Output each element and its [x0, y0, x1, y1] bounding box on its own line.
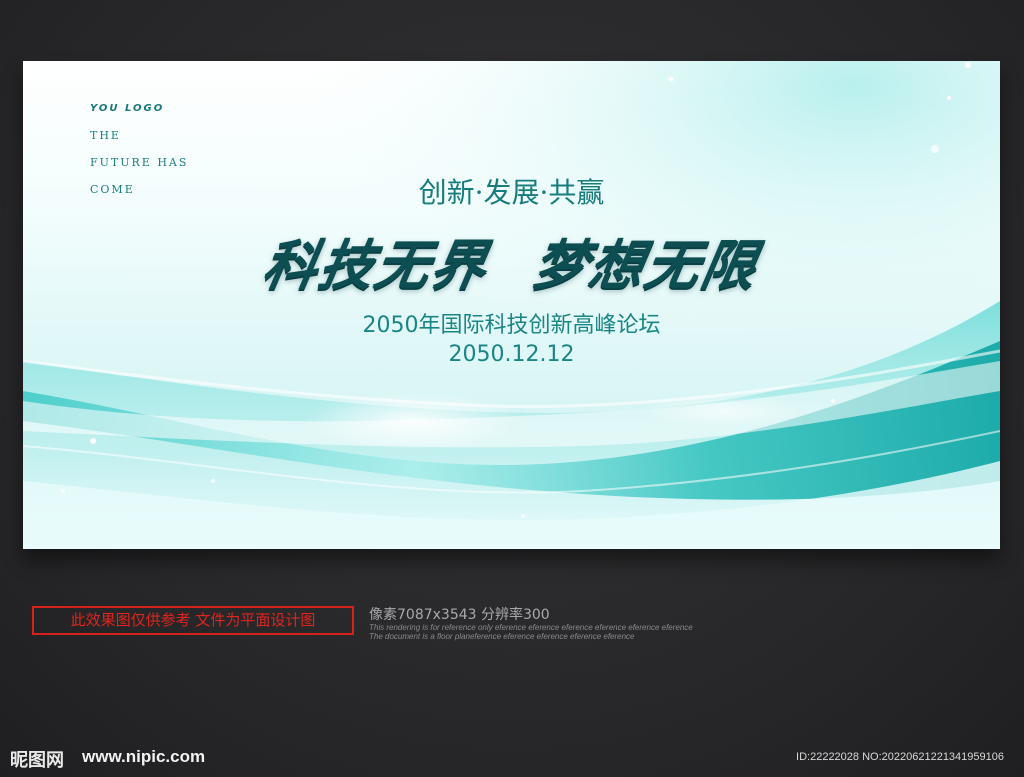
tagline-line-1: THE [90, 129, 121, 142]
banner-image: YOU LOGO THE FUTURE HAS COME 创新·发展·共赢 科技… [23, 61, 1000, 549]
main-title-part-2: 梦想无限 [528, 234, 764, 297]
wave-background [23, 61, 1000, 549]
tagline-line-2: FUTURE HAS [90, 156, 189, 169]
forum-title: 2050年国际科技创新高峰论坛 [362, 313, 661, 338]
page: YOU LOGO THE FUTURE HAS COME 创新·发展·共赢 科技… [0, 0, 1024, 777]
disclaimer-line-2: The document is a floor planeference efe… [369, 632, 635, 641]
disclaimer-line-1: This rendering is for reference only efe… [369, 623, 693, 632]
site-url: www.nipic.com [82, 747, 206, 766]
logo-text: YOU LOGO [90, 103, 165, 114]
resolution-spec: 像素7087x3543 分辨率300 [369, 607, 550, 623]
main-title-part-1: 科技无界 [258, 234, 494, 297]
event-date: 2050.12.12 [448, 342, 575, 367]
slogan: 创新·发展·共赢 [418, 176, 605, 209]
main-title: 科技无界 梦想无限 [23, 221, 1000, 300]
site-logo: 昵图网 [10, 750, 64, 771]
reference-notice: 此效果图仅供参考 文件为平面设计图 [32, 606, 354, 635]
image-id: ID:22222028 NO:20220621221341959106 [796, 751, 1004, 763]
